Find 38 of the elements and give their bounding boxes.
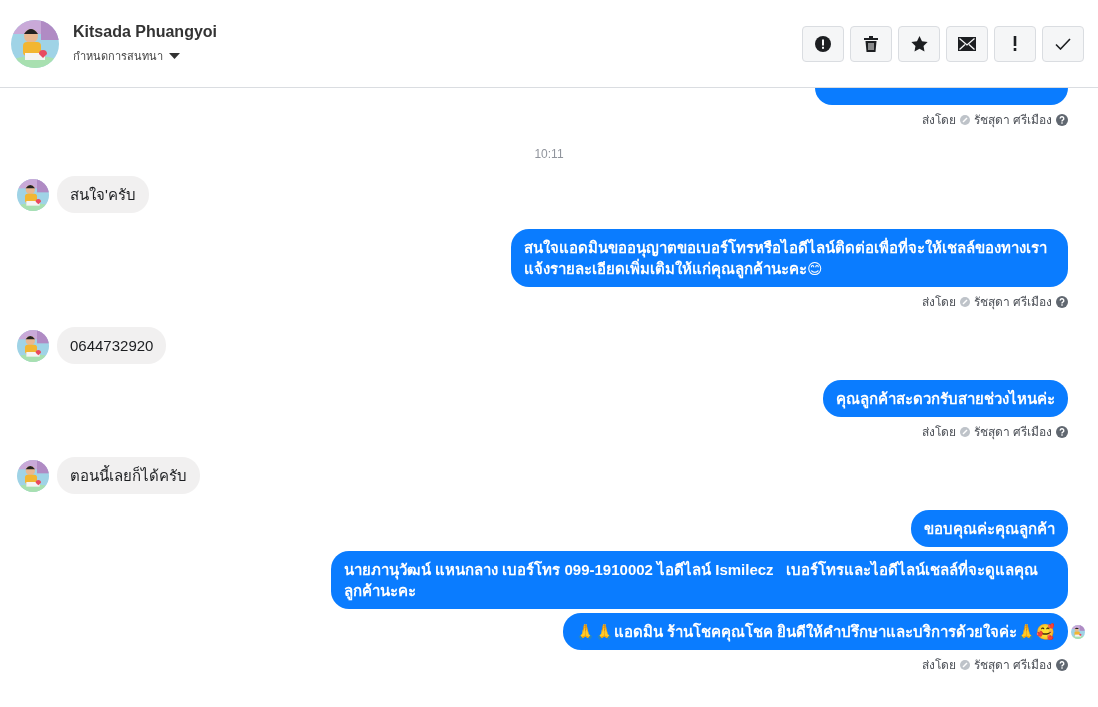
check-icon: [1055, 37, 1071, 50]
trash-icon: [864, 35, 878, 52]
sent-by-label: ส่งโดย: [921, 294, 956, 310]
sender-name: รัชสุดา ศรีเมือง: [973, 657, 1052, 673]
sender-name: รัชสุดา ศรีเมือง: [973, 294, 1052, 310]
delete-button[interactable]: [850, 25, 892, 62]
sender-name: รัชสุดา ศรีเมือง: [973, 424, 1052, 440]
verified-icon: [959, 660, 970, 670]
verified-icon: [959, 297, 970, 307]
mark-unread-button[interactable]: [946, 25, 988, 62]
sender-name: รัชสุดา ศรีเมือง: [973, 112, 1052, 128]
message-bubble: 0644732920: [57, 327, 167, 364]
sent-by-label: ส่งโดย: [921, 657, 956, 673]
caret-icon: [169, 52, 180, 59]
message-bubble: ตอนนี้เลยก็ได้ครับ: [57, 457, 200, 494]
help-icon[interactable]: [1056, 114, 1068, 126]
message-bubble: คุณลูกค้าสะดวกรับสายช่วงไหนค่ะ: [823, 380, 1068, 417]
help-icon[interactable]: [1056, 659, 1068, 671]
timestamp: 10:11: [533, 146, 565, 162]
verified-icon: [959, 427, 970, 437]
sent-by-label: ส่งโดย: [921, 112, 956, 128]
help-icon[interactable]: [1056, 426, 1068, 438]
sent-by-label: ส่งโดย: [921, 424, 956, 440]
message-bubble: สนใจ'ครับ: [57, 176, 149, 213]
alert-icon: [815, 35, 831, 52]
contact-name: Kitsada Phuangyoi: [73, 22, 219, 41]
report-button[interactable]: [802, 25, 844, 62]
help-icon[interactable]: [1056, 296, 1068, 308]
exclamation-icon: [1013, 36, 1017, 51]
conversation-settings-dropdown[interactable]: กำหนดการสนทนา: [73, 46, 802, 65]
message-bubble: 🙏🙏แอดมิน ร้านโชคคุณโชค ยินดีให้คำปรึกษาและบริการด้วยใจค่ะ🙏🥰: [562, 613, 1068, 650]
verified-icon: [959, 115, 970, 125]
star-icon: [910, 35, 928, 52]
message-bubble: ขอบคุณค่ะคุณลูกค้า: [911, 510, 1068, 547]
message-bubble: สนใจแอดมินขออนุญาตขอเบอร์โทรหรือไอดีไลน์ติดต่อเพื่อที่จะให้เชลล์ของทางเราแจ้งรายละเอียดเพิ่มเติมให้แก่คุณลูกค้านะคะ😊: [511, 229, 1068, 287]
message-bubble: นายภานุวัฒน์ แหนกลาง เบอร์โทร 099-1910002 ไอดีไลน์ Ismilecz เบอร์โทรและไอดีไลน์เชลล์ที่จะดูแลคุณลูกค้านะคะ: [331, 551, 1068, 609]
mail-icon: [958, 36, 976, 51]
star-button[interactable]: [898, 25, 940, 62]
